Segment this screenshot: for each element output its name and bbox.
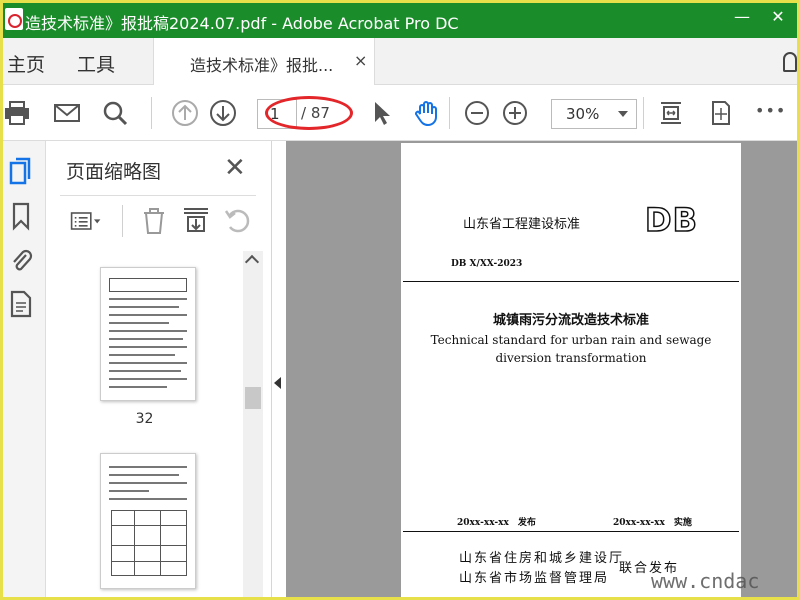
zoom-in-icon[interactable] (501, 99, 529, 127)
zoom-out-icon[interactable] (463, 99, 491, 127)
thumbnail-list: 32 (46, 251, 243, 597)
select-cursor-icon[interactable] (367, 99, 395, 127)
delete-page-icon[interactable] (138, 205, 170, 237)
next-page-icon[interactable] (209, 99, 237, 127)
more-options-icon[interactable]: ••• (755, 101, 786, 120)
thumbnail-line (109, 482, 187, 484)
scrollbar-thumb[interactable] (245, 387, 261, 409)
attachment-icon[interactable] (8, 245, 34, 275)
previous-page-icon[interactable] (171, 99, 199, 127)
thumbnail-scrollbar[interactable] (243, 251, 263, 597)
tab-document-label: 造技术标准》报批... (190, 56, 334, 75)
issuer-heading: 山东省工程建设标准 (463, 217, 581, 232)
hand-tool-icon[interactable] (413, 99, 441, 127)
search-icon[interactable] (101, 99, 129, 127)
issuer-line-1: 山东省住房和城乡建设厅 (459, 551, 625, 566)
thumbnail-line (109, 498, 187, 500)
tab-tools[interactable]: 工具 (77, 50, 115, 77)
collapse-panel-icon[interactable] (274, 377, 281, 389)
full-screen-icon[interactable] (707, 99, 735, 127)
pdf-app-icon (5, 8, 23, 30)
thumbnail-line (109, 474, 179, 476)
thumbnail-table-graphic (111, 510, 187, 576)
thumbnail-line (109, 346, 187, 348)
scroll-up-icon[interactable] (244, 254, 260, 270)
page-thumbnails-icon[interactable] (8, 157, 34, 187)
thumbnail-line (109, 466, 187, 468)
thumbnail-line (109, 490, 149, 492)
document-page: 山东省工程建设标准 DB DB X/XX-2023 城镇雨污分流改造技术标准 T… (401, 143, 741, 597)
thumbnail-line (109, 378, 187, 380)
close-window-button[interactable]: ✕ (763, 7, 793, 26)
rotate-page-icon[interactable] (222, 205, 254, 237)
thumbnail-line (109, 298, 187, 300)
email-icon[interactable] (53, 99, 81, 127)
thumbnail-line (109, 338, 183, 340)
acrobat-window: 造技术标准》报批稿2024.07.pdf - Adobe Acrobat Pro… (3, 3, 797, 597)
zoom-level-dropdown[interactable]: 30% (551, 99, 637, 129)
toolbar-divider (643, 97, 644, 129)
print-icon[interactable] (3, 99, 31, 127)
panel-toolbar-divider (122, 205, 123, 237)
extract-page-icon[interactable] (180, 205, 212, 237)
annotation-ellipse (265, 96, 353, 130)
footer-rule (403, 531, 739, 532)
window-title: 造技术标准》报批稿2024.07.pdf - Adobe Acrobat Pro… (25, 14, 459, 33)
watermark-url: www.cndac (651, 569, 760, 593)
page-thumbnail[interactable] (100, 453, 196, 589)
thumbnail-line (109, 354, 175, 356)
main-toolbar: 1 / 87 30% ••• (3, 85, 797, 141)
title-english-line1: Technical standard for urban rain and se… (430, 333, 712, 347)
thumbnail-page-number: 32 (135, 411, 154, 427)
chevron-down-icon (618, 111, 628, 117)
bookmark-icon[interactable] (8, 201, 34, 231)
document-icon[interactable] (8, 289, 34, 319)
db-mark: DB (644, 200, 698, 240)
issuer-line-2: 山东省市场监督管理局 (459, 571, 610, 586)
title-chinese: 城镇雨污分流改造技术标准 (492, 313, 649, 328)
fit-page-icon[interactable] (657, 99, 685, 127)
implement-date: 20xx-xx-xx 实施 (613, 518, 692, 528)
minimize-button[interactable]: — (727, 7, 757, 26)
tab-document[interactable]: 造技术标准》报批... × (153, 38, 375, 85)
thumbnail-line (109, 306, 179, 308)
zoom-level-value: 30% (566, 105, 600, 123)
standard-code: DB X/XX-2023 (451, 259, 523, 269)
document-view[interactable]: 山东省工程建设标准 DB DB X/XX-2023 城镇雨污分流改造技术标准 T… (286, 141, 797, 597)
thumbnail-options-icon[interactable] (70, 205, 102, 237)
thumbnail-line (109, 322, 169, 324)
notification-bell-icon[interactable] (783, 52, 797, 72)
thumbnail-line (109, 314, 187, 316)
toolbar-divider (151, 97, 152, 129)
header-rule (403, 281, 739, 282)
navigation-rail (3, 141, 46, 597)
publish-date: 20xx-xx-xx 发布 (457, 518, 536, 528)
page-thumbnails-panel: 页面缩略图 ✕ 32 (46, 141, 272, 597)
tab-home[interactable]: 主页 (7, 50, 45, 77)
toolbar-divider (449, 97, 450, 129)
tab-close-icon[interactable]: × (354, 51, 367, 70)
panel-title: 页面缩略图 (66, 161, 162, 183)
panel-divider (60, 195, 256, 196)
title-english-line2: diversion transformation (495, 351, 647, 365)
panel-close-icon[interactable]: ✕ (224, 153, 246, 183)
thumbnail-line (109, 362, 187, 364)
title-bar: 造技术标准》报批稿2024.07.pdf - Adobe Acrobat Pro… (3, 3, 797, 38)
thumbnail-line (109, 330, 187, 332)
thumbnail-line (109, 386, 167, 388)
thumbnail-table-graphic (109, 278, 187, 292)
tab-bar: 主页 工具 造技术标准》报批... × (3, 38, 797, 85)
page-thumbnail[interactable] (100, 267, 196, 401)
thumbnail-line (109, 370, 181, 372)
